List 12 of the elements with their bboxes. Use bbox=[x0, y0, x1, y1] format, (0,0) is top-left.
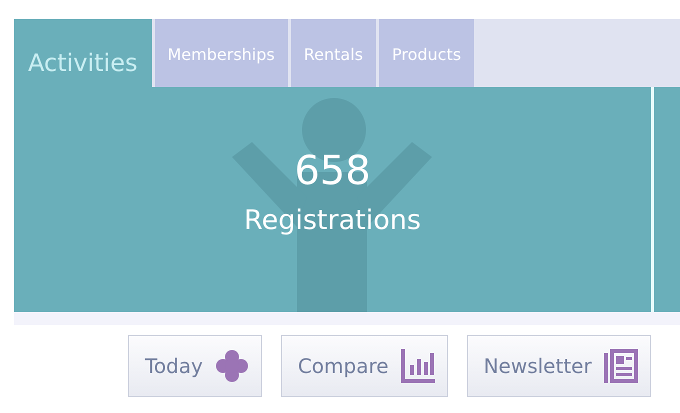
action-button[interactable]: Today bbox=[128, 335, 262, 397]
stat-value: 658 bbox=[294, 149, 371, 193]
tab[interactable]: Activities bbox=[14, 19, 152, 87]
clover-icon bbox=[214, 349, 249, 383]
action-button[interactable]: Compare bbox=[280, 335, 448, 397]
newspaper-icon bbox=[604, 349, 638, 383]
action-button[interactable]: Newsletter bbox=[466, 335, 651, 397]
stat-label: Registrations bbox=[244, 204, 421, 238]
tab[interactable]: Memberships bbox=[154, 19, 288, 87]
tab[interactable]: Products bbox=[378, 19, 474, 87]
tab[interactable]: Rentals bbox=[290, 19, 376, 87]
bar-chart-icon bbox=[400, 349, 435, 383]
